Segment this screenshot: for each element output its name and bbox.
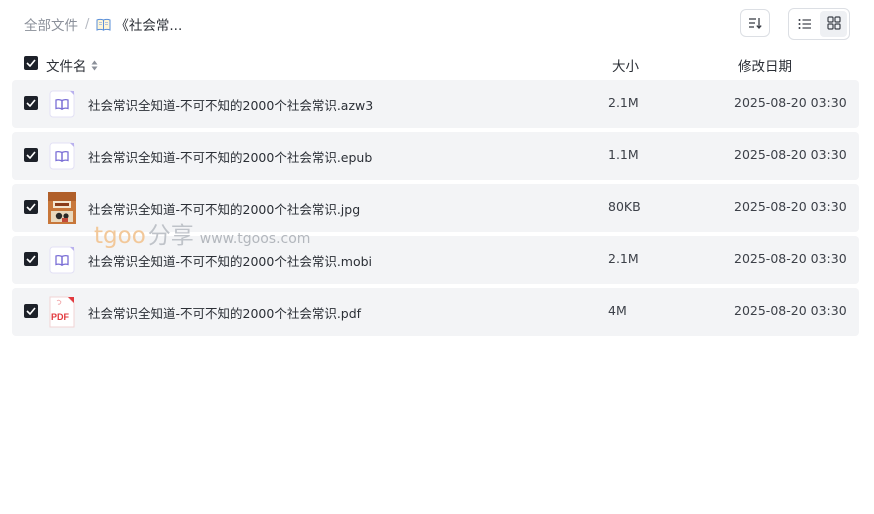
date-column-header: 修改日期 (738, 59, 792, 75)
breadcrumb: 全部文件 / 《社会常... (24, 13, 182, 35)
watermark-share: 分享 (147, 223, 194, 249)
row-checkbox[interactable] (24, 96, 38, 110)
pdf-badge-label: PDF (51, 312, 69, 322)
file-date: 2025-08-20 03:30 (734, 95, 847, 110)
file-date: 2025-08-20 03:30 (734, 251, 847, 266)
breadcrumb-current: 《社会常... (115, 18, 183, 34)
select-all-checkbox[interactable] (24, 56, 38, 70)
row-checkbox[interactable] (24, 252, 38, 266)
file-name[interactable]: 社会常识全知道-不可不知的2000个社会常识.pdf (88, 303, 361, 322)
list-view-icon (798, 15, 812, 34)
file-name[interactable]: 社会常识全知道-不可不知的2000个社会常识.mobi (88, 251, 372, 270)
watermark-url: www.tgoos.com (199, 231, 311, 247)
file-date: 2025-08-20 03:30 (734, 147, 847, 162)
file-name[interactable]: 社会常识全知道-不可不知的2000个社会常识.azw3 (88, 95, 373, 114)
pdf-icon: PDF (48, 296, 76, 328)
top-bar: 全部文件 / 《社会常... (0, 0, 874, 46)
breadcrumb-root-link[interactable]: 全部文件 (24, 14, 78, 34)
sort-icon (748, 14, 762, 33)
view-mode-toggle (788, 8, 850, 40)
sort-button[interactable] (740, 9, 770, 37)
list-view-button[interactable] (791, 11, 818, 37)
file-date: 2025-08-20 03:30 (734, 199, 847, 214)
grid-view-icon (826, 15, 841, 34)
grid-view-button[interactable] (820, 11, 847, 37)
breadcrumb-separator: / (85, 16, 90, 32)
name-column-header[interactable]: 文件名 (46, 55, 98, 75)
file-list: 社会常识全知道-不可不知的2000个社会常识.azw3 2.1M 2025-08… (12, 80, 859, 340)
ebook-icon (48, 142, 76, 170)
table-row[interactable]: 社会常识全知道-不可不知的2000个社会常识.epub 1.1M 2025-08… (12, 132, 859, 180)
file-name[interactable]: 社会常识全知道-不可不知的2000个社会常识.epub (88, 147, 372, 166)
file-size: 2.1M (608, 95, 639, 110)
watermark: tgoo 分享 www.tgoos.com (94, 216, 311, 249)
ebook-icon (48, 90, 76, 118)
row-checkbox[interactable] (24, 148, 38, 162)
file-size: 4M (608, 303, 627, 318)
ebook-icon (48, 246, 76, 274)
file-size: 80KB (608, 199, 641, 214)
size-column-header: 大小 (612, 59, 639, 75)
book-icon (96, 18, 111, 31)
file-date: 2025-08-20 03:30 (734, 303, 847, 318)
file-size: 1.1M (608, 147, 639, 162)
file-size: 2.1M (608, 251, 639, 266)
table-row[interactable]: PDF 社会常识全知道-不可不知的2000个社会常识.pdf 4M 2025-0… (12, 288, 859, 336)
column-header-row: 文件名 大小 修改日期 (12, 52, 858, 76)
row-checkbox[interactable] (24, 304, 38, 318)
image-thumbnail (48, 192, 76, 224)
sort-toggle-icon (91, 60, 98, 71)
name-column-label: 文件名 (46, 59, 87, 75)
row-checkbox[interactable] (24, 200, 38, 214)
watermark-brand: tgoo (94, 223, 146, 249)
table-row[interactable]: 社会常识全知道-不可不知的2000个社会常识.azw3 2.1M 2025-08… (12, 80, 859, 128)
